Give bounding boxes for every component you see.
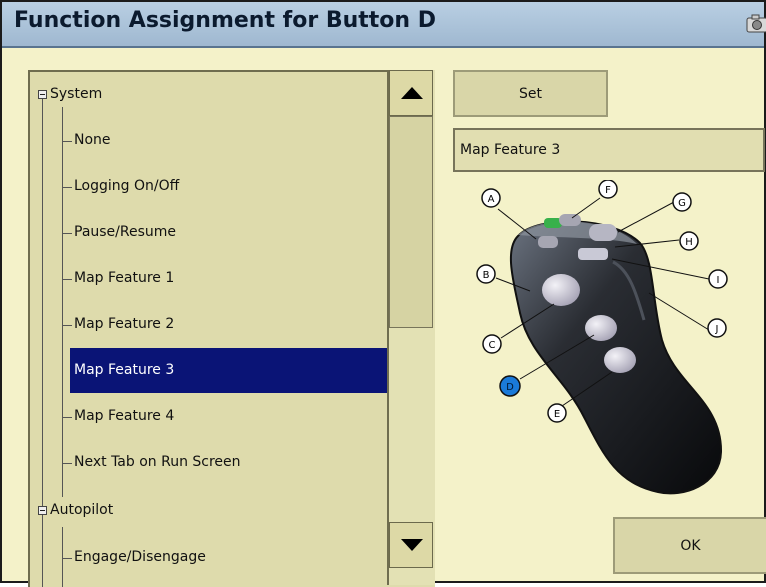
set-button[interactable]: Set bbox=[453, 70, 608, 117]
joystick-label-j: J bbox=[707, 318, 727, 338]
joystick-label-h: H bbox=[679, 231, 699, 251]
svg-text:J: J bbox=[715, 324, 719, 335]
autopilot-collapse-icon[interactable] bbox=[38, 506, 47, 515]
scroll-down-button[interactable] bbox=[389, 522, 433, 568]
svg-text:F: F bbox=[605, 185, 611, 196]
tree-item-logging[interactable]: Logging On/Off bbox=[74, 178, 179, 194]
joystick-label-d: D bbox=[499, 375, 521, 397]
tree-item-map-feature-2[interactable]: Map Feature 2 bbox=[74, 316, 174, 332]
svg-text:B: B bbox=[483, 270, 490, 281]
tree-item-map-feature-3[interactable]: Map Feature 3 bbox=[70, 348, 387, 393]
svg-text:I: I bbox=[717, 275, 720, 286]
selected-function-field: Map Feature 3 bbox=[453, 128, 765, 172]
tree-group-system[interactable]: System bbox=[50, 86, 102, 102]
tree-item-map-feature-4[interactable]: Map Feature 4 bbox=[74, 408, 174, 424]
svg-text:E: E bbox=[554, 409, 560, 420]
system-collapse-icon[interactable] bbox=[38, 90, 47, 99]
tree-line bbox=[62, 527, 63, 587]
tree-item-next-tab[interactable]: Next Tab on Run Screen bbox=[74, 454, 241, 470]
joystick-label-b: B bbox=[476, 264, 496, 284]
function-assignment-window: Function Assignment for Button D System … bbox=[0, 0, 766, 587]
title-bar: Function Assignment for Button D bbox=[2, 2, 766, 48]
tree-item-map-feature-1[interactable]: Map Feature 1 bbox=[74, 270, 174, 286]
ok-button[interactable]: OK bbox=[613, 517, 766, 574]
arrow-up-icon bbox=[401, 87, 423, 99]
scroll-thumb[interactable] bbox=[389, 116, 433, 328]
svg-text:A: A bbox=[488, 194, 495, 205]
svg-text:D: D bbox=[506, 382, 514, 393]
tree-item-engage-disengage[interactable]: Engage/Disengage bbox=[74, 549, 206, 565]
svg-text:G: G bbox=[678, 198, 686, 209]
tree-item-pause-resume[interactable]: Pause/Resume bbox=[74, 224, 176, 240]
tree-group-autopilot[interactable]: Autopilot bbox=[50, 502, 113, 518]
tree-scrollbar[interactable] bbox=[387, 70, 435, 585]
joystick-label-a: A bbox=[481, 188, 501, 208]
joystick-label-c: C bbox=[482, 334, 502, 354]
function-tree[interactable]: System None Logging On/Off Pause/Resume … bbox=[28, 70, 435, 587]
joystick-diagram: A B C D E F G H I J bbox=[476, 180, 728, 495]
joystick-label-i: I bbox=[708, 269, 728, 289]
arrow-down-icon bbox=[401, 539, 423, 551]
joystick-label-g: G bbox=[672, 192, 692, 212]
selected-item-label: Map Feature 3 bbox=[74, 362, 175, 378]
joystick-label-e: E bbox=[547, 403, 567, 423]
tree-item-none[interactable]: None bbox=[74, 132, 111, 148]
scroll-up-button[interactable] bbox=[389, 70, 433, 116]
joystick-label-f: F bbox=[598, 180, 618, 199]
svg-text:H: H bbox=[685, 237, 693, 248]
tree-line bbox=[62, 107, 63, 497]
window-title: Function Assignment for Button D bbox=[14, 8, 436, 33]
svg-text:C: C bbox=[489, 340, 496, 351]
camera-icon[interactable] bbox=[746, 12, 766, 34]
